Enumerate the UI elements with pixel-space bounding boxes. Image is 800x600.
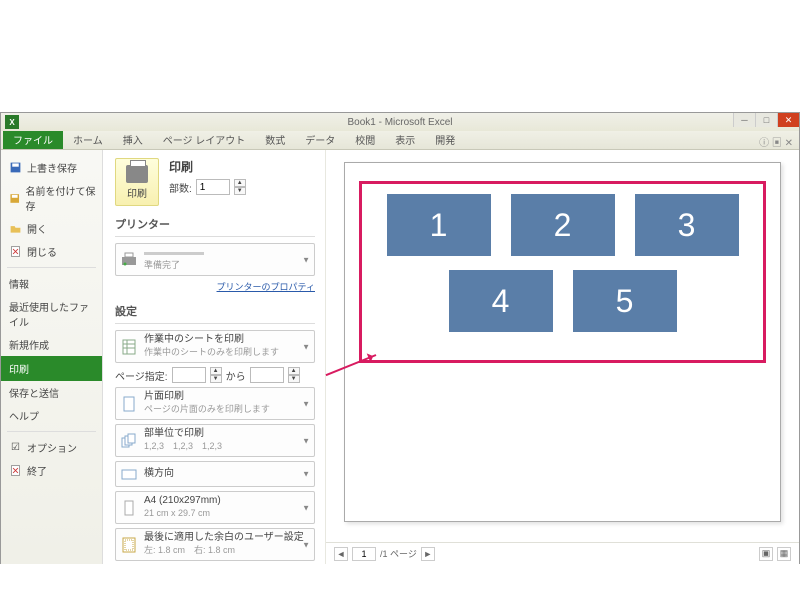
preview-card: 2 (511, 194, 615, 256)
tab-view[interactable]: 表示 (385, 129, 425, 149)
window-title: Book1 - Microsoft Excel (347, 117, 452, 128)
backstage-nav: 上書き保存 名前を付けて保存 開く 閉じる 情報 最近使用したファイル 新規作成… (1, 150, 103, 564)
ribbon-tab-strip: ファイル ホーム 挿入 ページ レイアウト 数式 データ 校閲 表示 開発 ⓘ … (1, 131, 799, 150)
save-as-icon (9, 192, 20, 205)
page-from-input[interactable] (172, 367, 206, 383)
settings-section-header: 設定 (115, 303, 315, 319)
open-icon (9, 222, 22, 235)
printer-properties-link[interactable]: プリンターのプロパティ (115, 280, 315, 293)
nav-help[interactable]: ヘルプ (1, 404, 102, 427)
printer-dropdown[interactable]: ▬▬▬▬▬▬準備完了 ▼ (115, 243, 315, 276)
show-margins-button[interactable]: ▦ (777, 547, 791, 561)
print-what-dropdown[interactable]: 作業中のシートを印刷作業中のシートのみを印刷します ▼ (115, 330, 315, 363)
print-preview-pane: 1 2 3 4 5 ◄ /1 ページ ► (325, 150, 799, 564)
save-icon (9, 161, 22, 174)
nav-exit[interactable]: 終了 (1, 459, 102, 482)
sides-dropdown[interactable]: 片面印刷ページの片面のみを印刷します ▼ (115, 387, 315, 420)
preview-page: 1 2 3 4 5 (344, 162, 781, 522)
nav-save-as[interactable]: 名前を付けて保存 (1, 179, 102, 217)
preview-card: 1 (387, 194, 491, 256)
excel-app-icon: X (5, 115, 19, 129)
paper-icon (120, 499, 138, 517)
nav-open[interactable]: 開く (1, 217, 102, 240)
nav-new[interactable]: 新規作成 (1, 333, 102, 356)
nav-save[interactable]: 上書き保存 (1, 156, 102, 179)
pages-label: ページ指定: (115, 368, 168, 383)
nav-print[interactable]: 印刷 (1, 356, 102, 381)
tab-insert[interactable]: 挿入 (113, 129, 153, 149)
preview-card: 4 (449, 270, 553, 332)
title-bar: X Book1 - Microsoft Excel ─ □ ✕ (1, 113, 799, 131)
copies-label: 部数: (169, 180, 192, 195)
close-file-icon (9, 245, 22, 258)
tab-developer[interactable]: 開発 (425, 129, 465, 149)
chevron-down-icon: ▼ (302, 255, 310, 264)
ribbon-help-icon[interactable]: ⓘ ▣ ✕ (759, 134, 793, 149)
paper-size-dropdown[interactable]: A4 (210x297mm)21 cm x 29.7 cm ▼ (115, 491, 315, 524)
maximize-button[interactable]: □ (755, 113, 777, 127)
minimize-button[interactable]: ─ (733, 113, 755, 127)
sheet-icon (120, 338, 138, 356)
print-settings-panel: 印刷 印刷 部数: ▲▼ プリンター ▬▬▬▬▬▬準備完了 ▼ プリンターの (103, 150, 325, 564)
page-total-label: /1 ページ (380, 547, 417, 560)
orientation-dropdown[interactable]: 横方向 ▼ (115, 461, 315, 487)
one-sided-icon (120, 395, 138, 413)
nav-share[interactable]: 保存と送信 (1, 381, 102, 404)
tab-review[interactable]: 校閲 (345, 129, 385, 149)
nav-options[interactable]: ☑オプション (1, 436, 102, 459)
collate-dropdown[interactable]: 部単位で印刷1,2,3 1,2,3 1,2,3 ▼ (115, 424, 315, 457)
tab-formulas[interactable]: 数式 (255, 129, 295, 149)
copies-input[interactable] (196, 179, 230, 195)
nav-close[interactable]: 閉じる (1, 240, 102, 263)
current-page-input[interactable] (352, 547, 376, 561)
tab-file[interactable]: ファイル (3, 129, 63, 149)
annotation-highlight-box: 1 2 3 4 5 (359, 181, 766, 363)
tab-data[interactable]: データ (295, 129, 345, 149)
tab-home[interactable]: ホーム (63, 129, 113, 149)
printer-section-header: プリンター (115, 216, 315, 232)
prev-page-button[interactable]: ◄ (334, 547, 348, 561)
preview-card: 3 (635, 194, 739, 256)
copies-spinner[interactable]: ▲▼ (234, 179, 246, 195)
margins-dropdown[interactable]: 最後に適用した余白のユーザー設定左: 1.8 cm 右: 1.8 cm ▼ (115, 528, 315, 561)
zoom-to-page-button[interactable]: ▣ (759, 547, 773, 561)
next-page-button[interactable]: ► (421, 547, 435, 561)
page-to-input[interactable] (250, 367, 284, 383)
nav-info[interactable]: 情報 (1, 272, 102, 295)
exit-icon (9, 464, 22, 477)
landscape-icon (120, 465, 138, 483)
options-icon: ☑ (9, 441, 22, 454)
print-heading: 印刷 (169, 158, 246, 175)
printer-device-icon (120, 251, 138, 269)
nav-recent[interactable]: 最近使用したファイル (1, 295, 102, 333)
print-button[interactable]: 印刷 (115, 158, 159, 206)
close-window-button[interactable]: ✕ (777, 113, 799, 127)
margins-icon (120, 536, 138, 554)
collate-icon (120, 432, 138, 450)
tab-page-layout[interactable]: ページ レイアウト (153, 129, 256, 149)
printer-icon (126, 165, 148, 183)
preview-card: 5 (573, 270, 677, 332)
